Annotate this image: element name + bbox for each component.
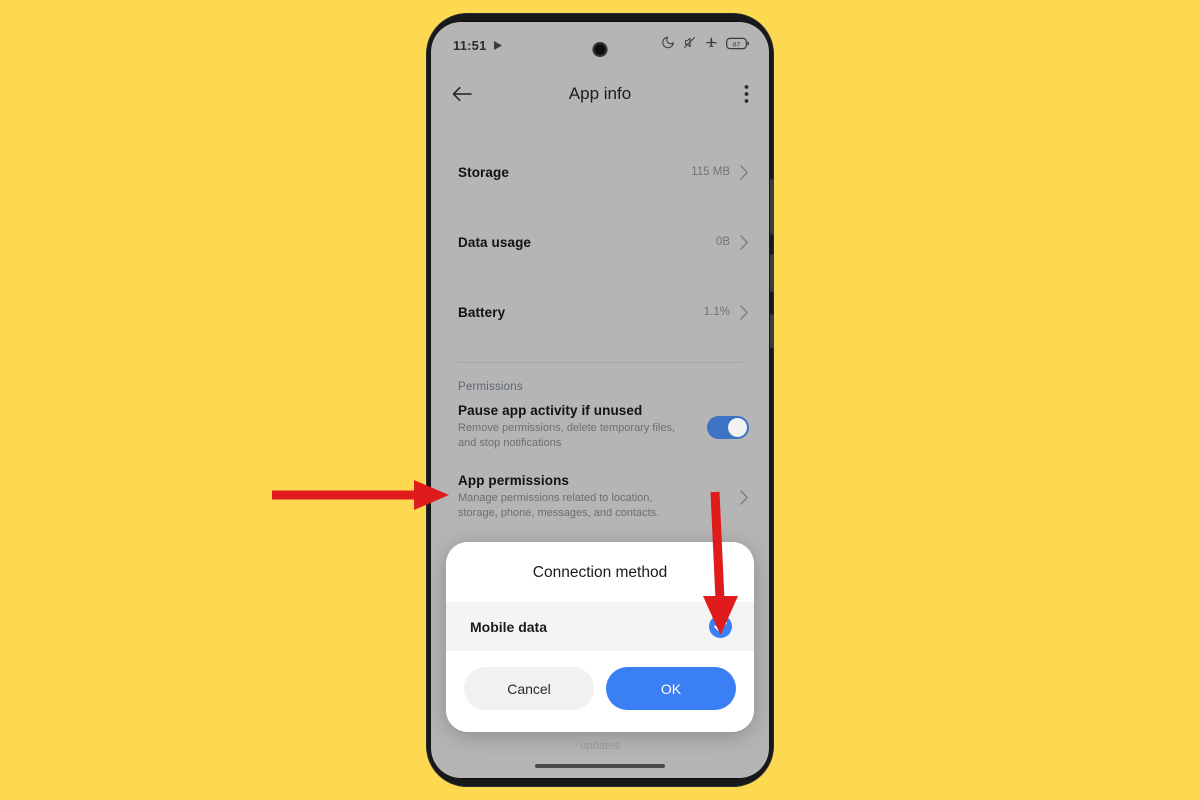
annotation-arrow-horizontal <box>272 480 449 510</box>
more-vertical-icon[interactable] <box>744 84 749 104</box>
dialog-option-mobile-data[interactable]: Mobile data <box>446 602 754 651</box>
power-button[interactable] <box>770 254 774 292</box>
dialog-title: Connection method <box>446 542 754 602</box>
phone-screen: 11:51 87 App info Storage 115 MB Data us… <box>431 22 769 778</box>
volume-button[interactable] <box>770 179 774 235</box>
check-circle-icon[interactable] <box>709 615 732 638</box>
side-button[interactable] <box>770 314 774 348</box>
dialog-option-label: Mobile data <box>470 618 548 635</box>
cancel-button[interactable]: Cancel <box>464 667 594 710</box>
dialog-actions: Cancel OK <box>446 651 754 732</box>
ok-button[interactable]: OK <box>606 667 736 710</box>
connection-method-dialog: Connection method Mobile data Cancel OK <box>446 542 754 732</box>
